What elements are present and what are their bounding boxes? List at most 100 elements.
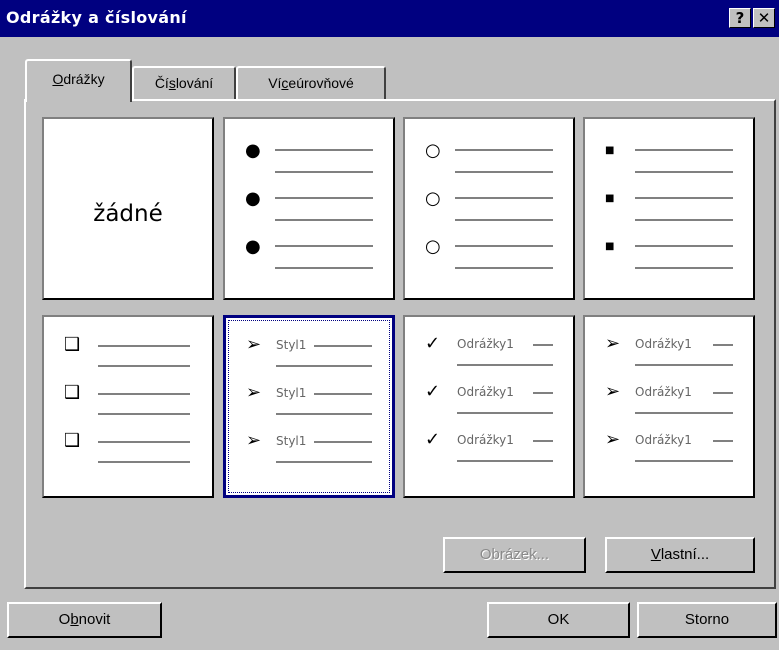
- list-item: ■: [585, 137, 753, 179]
- list-item: ✓ Odrážky1: [405, 330, 573, 372]
- text-line: [455, 149, 553, 151]
- text-line: [635, 149, 733, 151]
- text-line: [635, 412, 733, 414]
- list-item: ➢ Odrážky1: [585, 426, 753, 468]
- bullet-option-arrowhead-styl1[interactable]: ➢ Styl1 ➢ Styl1 ➢ Styl1: [223, 315, 395, 498]
- text-line: [635, 364, 733, 366]
- custom-button-label: lastní...: [660, 546, 710, 563]
- shadowed-box-icon: ❑: [64, 430, 81, 451]
- tab-multilevel-label-start: Ví: [268, 75, 282, 91]
- text-line: [533, 440, 553, 442]
- list-item: ■: [585, 185, 753, 227]
- list-item: ■: [585, 233, 753, 275]
- tab-numbering-key: s: [168, 75, 176, 91]
- text-line: [275, 267, 373, 269]
- bullet-style-label: Odrážky1: [457, 433, 514, 447]
- text-line: [635, 460, 733, 462]
- filled-circle-icon: ●: [245, 140, 261, 161]
- text-line: [275, 171, 373, 173]
- text-line: [276, 365, 372, 367]
- bullet-option-filled-square[interactable]: ■ ■ ■: [583, 117, 755, 300]
- arrowhead-icon: ➢: [605, 333, 621, 354]
- bullet-option-none[interactable]: žádné: [42, 117, 214, 300]
- title-bar[interactable]: Odrážky a číslování ? ✕: [0, 0, 779, 37]
- text-line: [455, 219, 553, 221]
- tab-numbering-label-start: Čí: [154, 75, 169, 91]
- bullet-style-label: Odrážky1: [635, 433, 692, 447]
- text-line: [635, 267, 733, 269]
- bullet-style-label: Styl1: [276, 434, 307, 448]
- reset-button-key: b: [70, 611, 79, 628]
- text-line: [635, 219, 733, 221]
- arrowhead-icon: ➢: [246, 334, 262, 355]
- bullet-option-shadowed-box[interactable]: ❑ ❑ ❑: [42, 315, 214, 498]
- text-line: [275, 245, 373, 247]
- bullet-option-arrowhead-odrazky1[interactable]: ➢ Odrážky1 ➢ Odrážky1 ➢ Odrážky1: [583, 315, 755, 498]
- filled-circle-icon: ●: [245, 188, 261, 209]
- arrowhead-icon: ➢: [605, 429, 621, 450]
- tab-bullets-key: O: [52, 71, 64, 87]
- tab-bullets[interactable]: Odrážky: [25, 59, 132, 102]
- list-item: ●: [225, 137, 393, 179]
- text-line: [98, 393, 190, 395]
- list-item: ○: [405, 233, 573, 275]
- arrowhead-icon: ➢: [246, 382, 262, 403]
- text-line: [314, 345, 372, 347]
- text-line: [275, 149, 373, 151]
- bullet-style-label: Styl1: [276, 386, 307, 400]
- reset-button-label-start: O: [58, 611, 71, 628]
- text-line: [457, 412, 553, 414]
- picture-button[interactable]: Obrázek...: [443, 537, 586, 573]
- hollow-circle-icon: ○: [425, 188, 441, 209]
- help-button[interactable]: ?: [729, 8, 751, 28]
- text-line: [455, 267, 553, 269]
- list-item: ●: [225, 185, 393, 227]
- text-line: [713, 440, 733, 442]
- ok-button[interactable]: OK: [487, 602, 630, 638]
- shadowed-box-icon: ❑: [64, 334, 81, 355]
- text-line: [457, 364, 553, 366]
- bullet-option-filled-circle[interactable]: ● ● ●: [223, 117, 395, 300]
- bullet-style-label: Odrážky1: [635, 385, 692, 399]
- filled-square-icon: ■: [605, 193, 615, 204]
- bullet-style-label: Odrážky1: [635, 337, 692, 351]
- bullet-style-label: Odrážky1: [457, 337, 514, 351]
- dialog-title: Odrážky a číslování: [6, 8, 187, 27]
- custom-button[interactable]: Vlastní...: [605, 537, 755, 573]
- text-line: [98, 365, 190, 367]
- text-line: [276, 461, 372, 463]
- arrowhead-icon: ➢: [605, 381, 621, 402]
- tab-bullets-label: drážky: [63, 71, 105, 87]
- list-item: ➢ Styl1: [226, 379, 392, 421]
- shadowed-box-icon: ❑: [64, 382, 81, 403]
- list-item: ✓ Odrážky1: [405, 426, 573, 468]
- tab-numbering[interactable]: Číslování: [132, 66, 236, 100]
- list-item: ❑: [44, 379, 212, 421]
- bullet-style-label: Styl1: [276, 338, 307, 352]
- bullet-option-hollow-circle[interactable]: ○ ○ ○: [403, 117, 575, 300]
- text-line: [457, 460, 553, 462]
- list-item: ➢ Odrážky1: [585, 378, 753, 420]
- list-item: ➢ Styl1: [226, 331, 392, 373]
- close-button[interactable]: ✕: [753, 8, 775, 28]
- arrowhead-icon: ➢: [246, 430, 262, 451]
- text-line: [314, 393, 372, 395]
- tab-multilevel[interactable]: Víceúrovňové: [236, 66, 386, 100]
- custom-button-key: V: [650, 546, 661, 563]
- list-item: ○: [405, 137, 573, 179]
- text-line: [98, 461, 190, 463]
- cancel-button[interactable]: Storno: [637, 602, 777, 638]
- text-line: [635, 197, 733, 199]
- tab-multilevel-label-end: eúrovňové: [288, 75, 354, 91]
- text-line: [276, 413, 372, 415]
- hollow-circle-icon: ○: [425, 140, 441, 161]
- text-line: [98, 441, 190, 443]
- checkmark-icon: ✓: [425, 381, 441, 402]
- reset-button[interactable]: Obnovit: [7, 602, 162, 638]
- text-line: [314, 441, 372, 443]
- list-item: ❑: [44, 331, 212, 373]
- list-item: ●: [225, 233, 393, 275]
- bullet-option-checkmark[interactable]: ✓ Odrážky1 ✓ Odrážky1 ✓ Odrážky1: [403, 315, 575, 498]
- hollow-circle-icon: ○: [425, 236, 441, 257]
- list-item: ➢ Styl1: [226, 427, 392, 469]
